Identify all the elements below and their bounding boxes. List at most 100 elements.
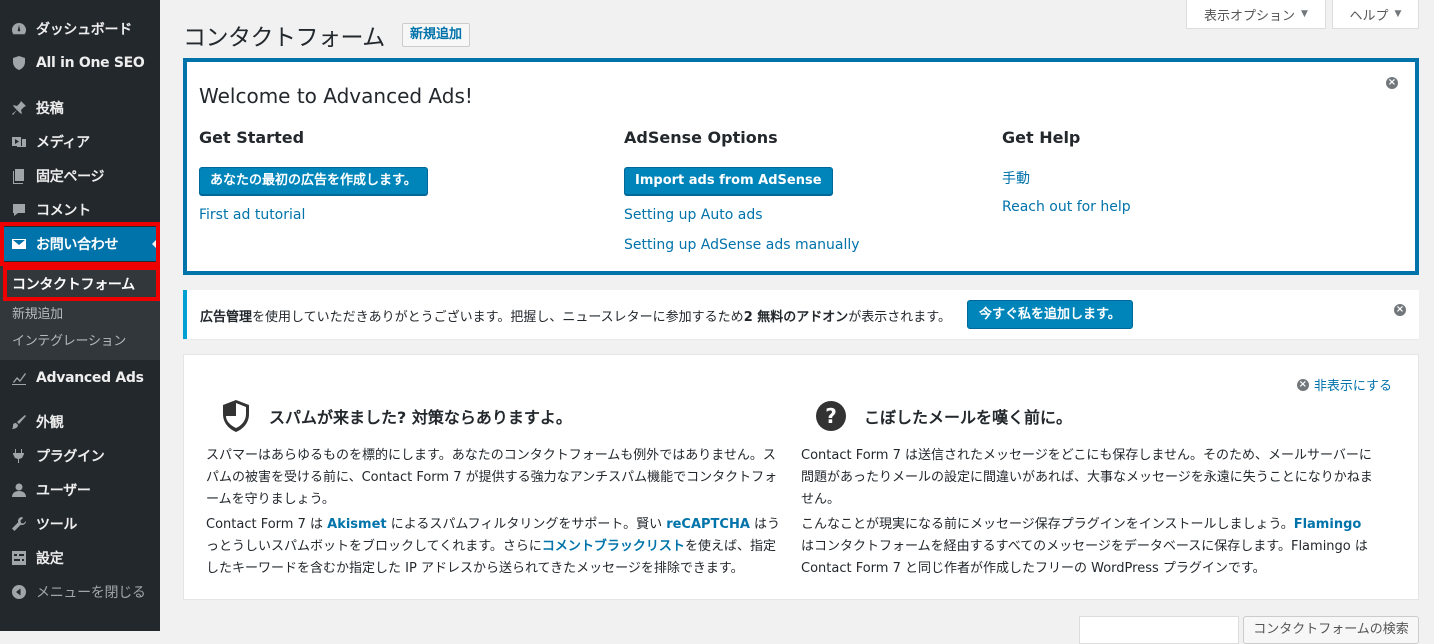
mail-heading: ? こぼしたメールを嘆く前に。	[814, 399, 1072, 433]
comment-blacklist-link[interactable]: コメントブラックリスト	[542, 539, 685, 554]
collapse-icon	[10, 583, 28, 601]
caret-down-icon: ▼	[1301, 9, 1308, 19]
manual-link[interactable]: 手動	[1002, 168, 1030, 188]
submenu-add-new[interactable]: 新規追加	[12, 303, 63, 322]
get-started-heading: Get Started	[199, 128, 305, 147]
menu-label: 外観	[36, 415, 64, 431]
akismet-link[interactable]: Akismet	[327, 517, 386, 532]
page-icon	[10, 167, 28, 185]
menu-comments[interactable]: コメント	[0, 193, 160, 227]
menu-label: All in One SEO	[36, 55, 145, 71]
media-icon	[10, 133, 28, 151]
menu-contact[interactable]: お問い合わせ	[0, 227, 160, 261]
menu-settings[interactable]: 設定	[0, 541, 160, 575]
close-icon[interactable]: ×	[1394, 304, 1406, 316]
shield-icon	[10, 54, 28, 72]
user-icon	[10, 481, 28, 499]
menu-label: メディア	[36, 135, 90, 151]
comment-icon	[10, 201, 28, 219]
current-arrow-icon	[152, 240, 156, 248]
menu-label: 固定ページ	[36, 169, 105, 185]
screen-options-tab[interactable]: 表示オプション ▼	[1186, 0, 1326, 29]
menu-label: 設定	[36, 551, 64, 567]
mail-heading-text: こぼしたメールを嘆く前に。	[864, 408, 1073, 427]
text-segment: はコンタクトフォームを経由するすべてのメッセージをデータベースに保存します。Fl…	[801, 539, 1368, 576]
adsense-manual-link[interactable]: Setting up AdSense ads manually	[624, 237, 860, 253]
menu-tools[interactable]: ツール	[0, 507, 160, 541]
menu-label: ツール	[36, 517, 78, 533]
menu-aioseo[interactable]: All in One SEO	[0, 46, 160, 80]
text-segment: Contact Form 7 は	[206, 517, 328, 532]
notice-text: 広告管理を使用していただきありがとうございます。把握し、ニュースレターに参加する…	[200, 306, 951, 325]
brush-icon	[10, 413, 28, 431]
menu-plugins[interactable]: プラグイン	[0, 439, 160, 473]
menu-label: お問い合わせ	[36, 237, 119, 253]
first-ad-tutorial-link[interactable]: First ad tutorial	[199, 207, 305, 223]
wrench-icon	[10, 515, 28, 533]
welcome-title: Welcome to Advanced Ads!	[199, 84, 473, 108]
notice-bold-addons: 2 無料のアドオン	[743, 310, 849, 325]
menu-users[interactable]: ユーザー	[0, 473, 160, 507]
notice-text-1: を使用していただきありがとうございます。把握し、ニュースレターに参加するため	[252, 310, 744, 325]
menu-posts[interactable]: 投稿	[0, 91, 160, 125]
spam-paragraph-1: スパマーはあらゆるものを標的にします。あなたのコンタクトフォームも例外ではありま…	[206, 448, 778, 507]
spam-heading: スパムが来ました? 対策ならありますよ。	[219, 399, 572, 433]
adsense-options-heading: AdSense Options	[624, 128, 778, 147]
help-label: ヘルプ	[1349, 8, 1389, 24]
add-me-now-button[interactable]: 今すぐ私を追加します。	[967, 300, 1133, 329]
close-icon: ×	[1296, 378, 1309, 391]
cf7-welcome-panel: × 非表示にする スパムが来ました? 対策ならありますよ。 スパマーはあらゆるも…	[183, 354, 1419, 600]
chart-icon	[10, 369, 28, 387]
menu-collapse[interactable]: メニューを閉じる	[0, 575, 160, 609]
menu-label: ユーザー	[36, 483, 91, 499]
menu-label: 投稿	[36, 101, 64, 117]
search-input[interactable]	[1079, 616, 1239, 644]
notice-text-2: が表示されます。	[848, 310, 951, 325]
get-help-heading: Get Help	[1002, 128, 1081, 147]
text-segment: こんなことが現実になる前にメッセージ保存プラグインをインストールしましょう。	[801, 517, 1294, 532]
welcome-panel: Welcome to Advanced Ads! × Get Started あ…	[183, 58, 1419, 275]
spam-heading-text: スパムが来ました? 対策ならありますよ。	[269, 408, 572, 427]
text-segment: によるスパムフィルタリングをサポート。賢い	[386, 517, 667, 532]
shield-icon	[219, 399, 253, 433]
import-adsense-button[interactable]: Import ads from AdSense	[624, 167, 833, 195]
notice-bold-ads: 広告管理	[200, 310, 253, 325]
create-first-ad-button[interactable]: あなたの最初の広告を作成します。	[199, 167, 428, 195]
close-icon[interactable]: ×	[1386, 77, 1398, 89]
menu-label: Advanced Ads	[36, 370, 144, 386]
search-button[interactable]: コンタクトフォームの検索	[1243, 616, 1419, 644]
submenu-integration[interactable]: インテグレーション	[12, 330, 126, 349]
advanced-ads-notice: 広告管理を使用していただきありがとうございます。把握し、ニュースレターに参加する…	[183, 290, 1419, 339]
question-icon: ?	[814, 399, 848, 433]
auto-ads-link[interactable]: Setting up Auto ads	[624, 207, 763, 223]
menu-advanced-ads[interactable]: Advanced Ads	[0, 361, 160, 395]
mail-icon	[10, 235, 28, 253]
spam-paragraph-2: Contact Form 7 は Akismet によるスパムフィルタリングをサ…	[206, 514, 781, 580]
mail-paragraph-1: Contact Form 7 は送信されたメッセージをどこにも保存しません。その…	[801, 448, 1373, 507]
menu-label: プラグイン	[36, 449, 105, 465]
flamingo-link[interactable]: Flamingo	[1294, 517, 1362, 532]
help-tab[interactable]: ヘルプ ▼	[1332, 0, 1419, 29]
submenu-contact-forms[interactable]: コンタクトフォーム	[12, 274, 135, 294]
menu-label: コメント	[36, 203, 91, 219]
page-title: コンタクトフォーム	[183, 25, 385, 51]
menu-label: メニューを閉じる	[36, 585, 146, 601]
mail-paragraph-2: こんなことが現実になる前にメッセージ保存プラグインをインストールしましょう。Fl…	[801, 514, 1376, 580]
dashboard-icon	[10, 20, 28, 38]
plugin-icon	[10, 447, 28, 465]
dismiss-link[interactable]: × 非表示にする	[1296, 375, 1392, 394]
admin-sidebar: ダッシュボード All in One SEO 投稿 メディア 固定ページ コメン…	[0, 0, 160, 631]
caret-down-icon: ▼	[1394, 9, 1402, 19]
menu-dashboard[interactable]: ダッシュボード	[0, 12, 160, 46]
menu-media[interactable]: メディア	[0, 125, 160, 159]
menu-label: ダッシュボード	[36, 22, 132, 38]
screen-options-label: 表示オプション	[1204, 8, 1296, 24]
recaptcha-link[interactable]: reCAPTCHA	[666, 517, 750, 532]
menu-pages[interactable]: 固定ページ	[0, 159, 160, 193]
reach-out-link[interactable]: Reach out for help	[1002, 199, 1131, 215]
dismiss-label: 非表示にする	[1313, 379, 1392, 394]
settings-icon	[10, 549, 28, 567]
pin-icon	[10, 99, 28, 117]
menu-appearance[interactable]: 外観	[0, 405, 160, 439]
add-new-button[interactable]: 新規追加	[402, 23, 471, 47]
